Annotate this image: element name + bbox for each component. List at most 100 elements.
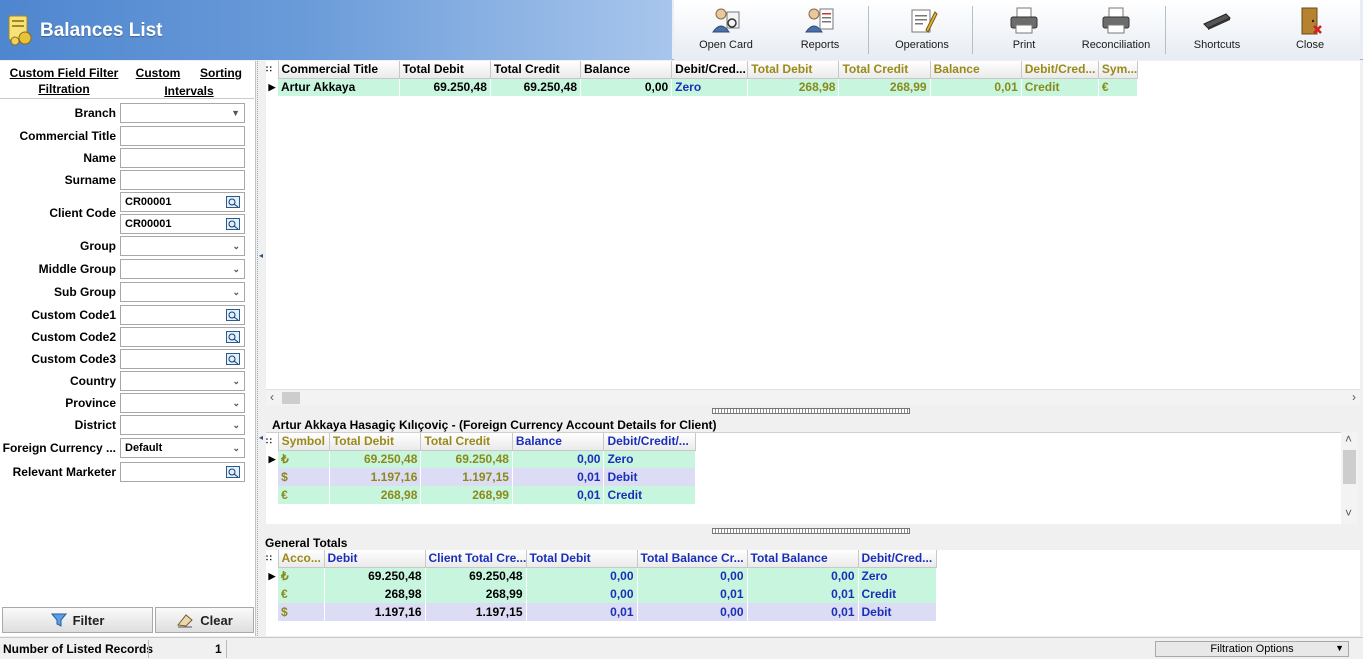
client-code-to-input[interactable]: CR00001 [120, 214, 245, 234]
column-header[interactable]: Total Credit [838, 61, 931, 79]
cell[interactable]: 0,01 [637, 585, 748, 603]
collapse-left-icon[interactable]: ◂ [259, 251, 263, 260]
cell[interactable]: 1.197,15 [425, 603, 527, 621]
cell[interactable]: ₺ [278, 567, 325, 585]
cell[interactable]: 0,00 [512, 450, 605, 468]
table-row[interactable]: ▶ ₺ 69.250,48 69.250,48 0,00 Zero [266, 450, 696, 468]
panel-splitter[interactable]: ◂ ◂ [257, 61, 265, 636]
relevant-marketer-input[interactable] [120, 462, 245, 482]
cell[interactable]: 0,00 [637, 603, 748, 621]
print-button[interactable]: Print [984, 4, 1064, 56]
column-header[interactable]: Total Balance [746, 550, 859, 568]
table-row[interactable]: ▶ Artur Akkaya 69.250,48 69.250,48 0,00 … [266, 78, 1139, 96]
scroll-right-icon[interactable]: › [1352, 390, 1356, 404]
cell[interactable]: 1.197,16 [329, 468, 422, 486]
name-input[interactable] [120, 148, 245, 168]
sub-group-select[interactable]: ⌄ [120, 282, 245, 302]
cell[interactable]: € [278, 486, 330, 504]
grid-options-icon[interactable]: ∷ [266, 433, 279, 450]
cell[interactable]: $ [278, 603, 325, 621]
cell[interactable]: 268,98 [329, 486, 422, 504]
cell[interactable]: 268,99 [420, 486, 513, 504]
table-row[interactable]: € 268,98 268,99 0,00 0,01 0,01 Credit [266, 585, 937, 603]
close-button[interactable]: Close [1270, 4, 1350, 56]
column-header[interactable]: Total Debit [398, 61, 491, 79]
shortcuts-button[interactable]: Shortcuts [1177, 4, 1257, 56]
column-header[interactable]: Balance [511, 433, 605, 451]
filter-button[interactable]: Filter [2, 607, 153, 633]
cell[interactable]: 0,01 [512, 468, 605, 486]
cell[interactable]: 268,99 [425, 585, 527, 603]
horizontal-scrollbar[interactable]: ‹ › [266, 389, 1360, 405]
column-header[interactable]: Total Debit [328, 433, 422, 451]
table-row[interactable]: $ 1.197,16 1.197,15 0,01 Debit [266, 468, 696, 486]
grid-options-icon[interactable]: ∷ [266, 61, 279, 78]
cell[interactable]: 268,99 [838, 78, 931, 96]
cell[interactable]: 0,01 [930, 78, 1022, 96]
column-header[interactable]: Total Debit [525, 550, 638, 568]
splitter-handle[interactable] [712, 528, 910, 534]
grid-options-icon[interactable]: ∷ [266, 550, 278, 567]
column-header[interactable]: Total Credit [489, 61, 582, 79]
client-code-from-input[interactable]: CR00001 [120, 192, 245, 212]
tab-intervals[interactable]: Intervals [128, 84, 250, 98]
reports-button[interactable]: Reports [780, 4, 860, 56]
branch-select[interactable]: ▼ [120, 103, 245, 123]
province-select[interactable]: ⌄ [120, 393, 245, 413]
cell[interactable]: Zero [858, 567, 937, 585]
cell[interactable]: 69.250,48 [324, 567, 426, 585]
column-header[interactable]: Debit [323, 550, 426, 568]
cell[interactable]: 0,00 [580, 78, 673, 96]
cell[interactable]: 0,01 [747, 603, 859, 621]
lookup-icon[interactable] [226, 353, 240, 365]
column-header[interactable]: Client Total Cre... [424, 550, 527, 568]
district-select[interactable]: ⌄ [120, 415, 245, 435]
cell[interactable]: 1.197,15 [420, 468, 513, 486]
column-header[interactable]: Debit/Credit/... [603, 433, 696, 451]
custom-code1-input[interactable] [120, 305, 245, 325]
cell[interactable]: ₺ [278, 450, 330, 468]
scroll-up-icon[interactable]: ˄ [1345, 432, 1352, 446]
cell[interactable]: € [1098, 78, 1139, 96]
scroll-left-icon[interactable]: ‹ [270, 390, 274, 404]
table-row[interactable]: $ 1.197,16 1.197,15 0,01 0,00 0,01 Debit [266, 603, 937, 621]
cell[interactable]: Debit [858, 603, 937, 621]
custom-code2-input[interactable] [120, 327, 245, 347]
column-header[interactable]: Commercial Title [277, 61, 400, 79]
scroll-thumb[interactable] [282, 392, 300, 404]
lookup-icon[interactable] [226, 466, 240, 478]
foreign-currency-select[interactable]: Default ⌄ [120, 438, 245, 458]
cell[interactable]: Credit [1021, 78, 1099, 96]
cell[interactable]: 0,01 [512, 486, 605, 504]
cell[interactable]: Artur Akkaya [278, 78, 400, 96]
lookup-icon[interactable] [226, 218, 240, 230]
column-header[interactable]: Balance [580, 61, 673, 79]
cell[interactable]: € [278, 585, 325, 603]
lookup-icon[interactable] [226, 309, 240, 321]
commercial-title-input[interactable] [120, 126, 245, 146]
operations-button[interactable]: Operations [882, 4, 962, 56]
cell[interactable]: 0,00 [526, 585, 638, 603]
lookup-icon[interactable] [226, 196, 240, 208]
scroll-thumb[interactable] [1343, 450, 1356, 484]
table-row[interactable]: ▶ ₺ 69.250,48 69.250,48 0,00 0,00 0,00 Z… [266, 567, 937, 585]
scroll-down-icon[interactable]: ˅ [1345, 506, 1352, 520]
cell[interactable]: Credit [858, 585, 937, 603]
column-header[interactable]: Balance [929, 61, 1022, 79]
vertical-scrollbar[interactable]: ˄ ˅ [1341, 432, 1358, 524]
cell[interactable]: 69.250,48 [425, 567, 527, 585]
cell[interactable]: Zero [671, 78, 749, 96]
cell[interactable]: 69.250,48 [399, 78, 491, 96]
column-header[interactable]: Total Credit [420, 433, 513, 451]
cell[interactable]: 0,00 [747, 567, 859, 585]
tab-filtration[interactable]: Filtration [4, 82, 124, 96]
cell[interactable]: 0,01 [747, 585, 859, 603]
cell[interactable]: Debit [603, 468, 696, 486]
cell[interactable]: Credit [603, 486, 696, 504]
collapse-left-icon[interactable]: ◂ [259, 433, 263, 442]
column-header[interactable]: Total Debit [747, 61, 840, 79]
cell[interactable]: 268,98 [747, 78, 840, 96]
table-row[interactable]: € 268,98 268,99 0,01 Credit [266, 486, 696, 504]
column-header[interactable]: Acco... [277, 550, 325, 568]
tab-custom-field-filter[interactable]: Custom Field Filter [4, 66, 124, 80]
